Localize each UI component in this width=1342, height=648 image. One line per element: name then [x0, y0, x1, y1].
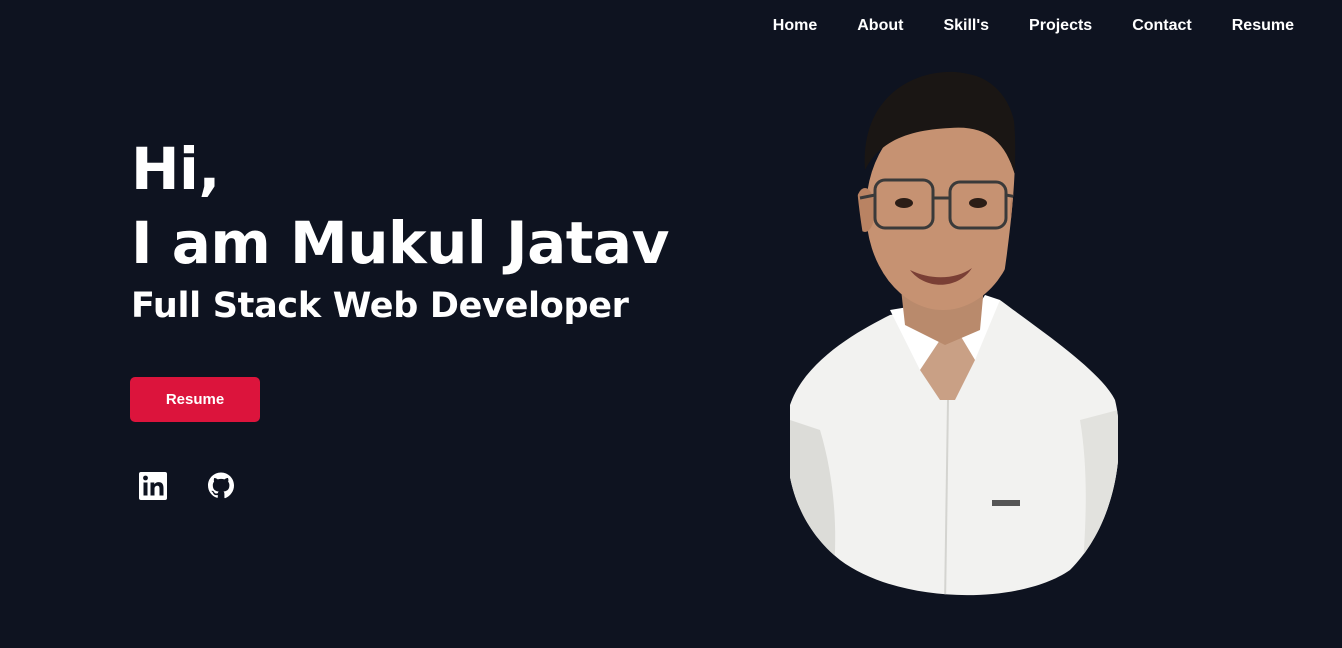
top-nav: Home About Skill's Projects Contact Resu… — [733, 0, 1342, 52]
linkedin-link[interactable] — [138, 470, 168, 502]
page: Home About Skill's Projects Contact Resu… — [0, 0, 1342, 648]
nav-projects[interactable]: Projects — [1029, 17, 1092, 35]
hero-text: Hi, I am Mukul Jatav Full Stack Web Deve… — [131, 132, 669, 328]
hero-role: Full Stack Web Developer — [131, 286, 629, 326]
github-link[interactable] — [206, 470, 236, 502]
resume-button[interactable]: Resume — [130, 377, 260, 422]
hero-greeting: Hi, — [131, 135, 220, 203]
nav-about[interactable]: About — [857, 17, 903, 35]
hero-name: I am Mukul Jatav — [131, 209, 669, 277]
nav-home[interactable]: Home — [773, 17, 817, 35]
social-links — [138, 470, 236, 502]
github-icon — [208, 472, 234, 499]
nav-skills[interactable]: Skill's — [943, 17, 989, 35]
profile-photo — [790, 71, 1118, 596]
linkedin-icon — [139, 472, 167, 500]
nav-contact[interactable]: Contact — [1132, 17, 1192, 35]
nav-resume[interactable]: Resume — [1232, 17, 1294, 35]
